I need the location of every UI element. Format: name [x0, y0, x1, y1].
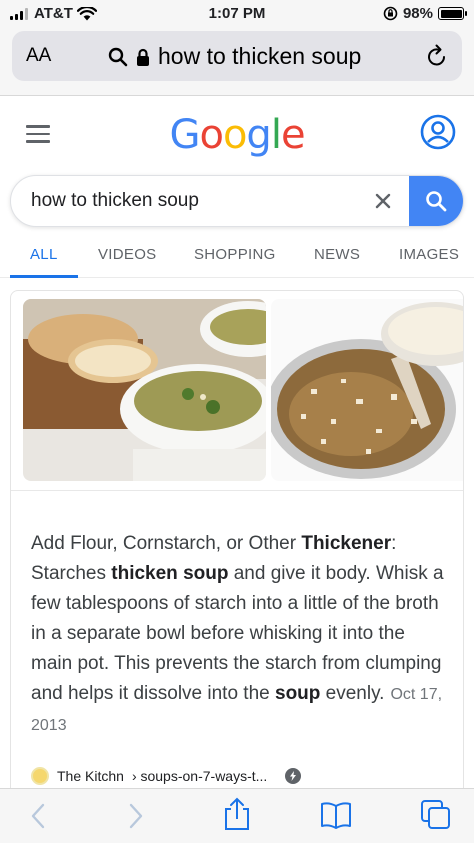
- source-name: The Kitchn: [57, 768, 124, 784]
- soup-bowls-image[interactable]: [23, 299, 266, 481]
- search-tabs: ALL VIDEOS SHOPPING NEWS IMAGES: [0, 236, 474, 278]
- snippet-highlight: soup: [275, 683, 321, 704]
- pouring-flour-image[interactable]: [271, 299, 463, 481]
- google-logo[interactable]: Google: [0, 112, 474, 158]
- site-favicon: [31, 767, 49, 785]
- browser-toolbar: [0, 788, 474, 843]
- browser-top-bar: AA how to thicken soup: [0, 28, 474, 96]
- logo-letter: g: [246, 112, 271, 158]
- tabs-icon[interactable]: [420, 799, 452, 831]
- logo-letter: o: [222, 112, 248, 158]
- snippet-segment: evenly.: [320, 683, 385, 704]
- google-header: Google: [0, 96, 474, 172]
- back-icon[interactable]: [28, 801, 48, 831]
- tab-shopping[interactable]: SHOPPING: [194, 246, 276, 263]
- forward-icon[interactable]: [126, 801, 146, 831]
- lock-icon: [137, 48, 149, 66]
- logo-letter: G: [169, 112, 200, 158]
- tab-videos[interactable]: VIDEOS: [98, 246, 156, 263]
- tab-all[interactable]: ALL: [30, 246, 58, 263]
- snippet-highlight: thicken soup: [111, 563, 229, 584]
- tab-news[interactable]: NEWS: [314, 246, 360, 263]
- orientation-lock-icon: [383, 6, 398, 21]
- active-tab-indicator: [10, 275, 78, 278]
- source-path: › soups-on-7-ways-t...: [131, 768, 268, 784]
- search-icon: [426, 191, 447, 212]
- text-size-button[interactable]: AA: [26, 45, 51, 67]
- snippet-highlight: Thickener: [301, 533, 392, 554]
- url-display[interactable]: how to thicken soup: [108, 43, 361, 70]
- snippet-source[interactable]: The Kitchn › soups-on-7-ways-t...: [31, 767, 302, 785]
- address-bar[interactable]: AA how to thicken soup: [12, 31, 462, 81]
- share-icon[interactable]: [222, 797, 252, 831]
- snippet-segment: Add Flour, Cornstarch, or Other: [31, 533, 302, 554]
- snippet-images: [11, 291, 463, 491]
- tab-images[interactable]: IMAGES: [399, 246, 459, 263]
- search-icon: [108, 47, 128, 66]
- logo-letter: o: [199, 112, 224, 158]
- bookmarks-icon[interactable]: [320, 801, 352, 829]
- battery-percent: 98%: [402, 5, 433, 22]
- logo-letter: l: [270, 112, 282, 158]
- snippet-text: Add Flour, Cornstarch, or Other Thickene…: [31, 529, 451, 741]
- search-input[interactable]: [31, 176, 361, 226]
- url-text: how to thicken soup: [158, 43, 362, 69]
- status-bar: AT&T 1:07 PM 98%: [0, 0, 474, 28]
- account-icon[interactable]: [420, 114, 456, 150]
- logo-letter: e: [280, 112, 306, 158]
- status-right: 98%: [383, 5, 467, 22]
- clear-icon[interactable]: [371, 189, 395, 213]
- search-button[interactable]: [409, 176, 463, 226]
- amp-icon: [285, 768, 302, 784]
- search-box: [10, 175, 464, 227]
- featured-snippet-card: Add Flour, Cornstarch, or Other Thickene…: [10, 290, 464, 810]
- battery-icon: [438, 7, 467, 20]
- reload-icon[interactable]: [426, 44, 448, 68]
- text-size-label: AA: [26, 45, 52, 66]
